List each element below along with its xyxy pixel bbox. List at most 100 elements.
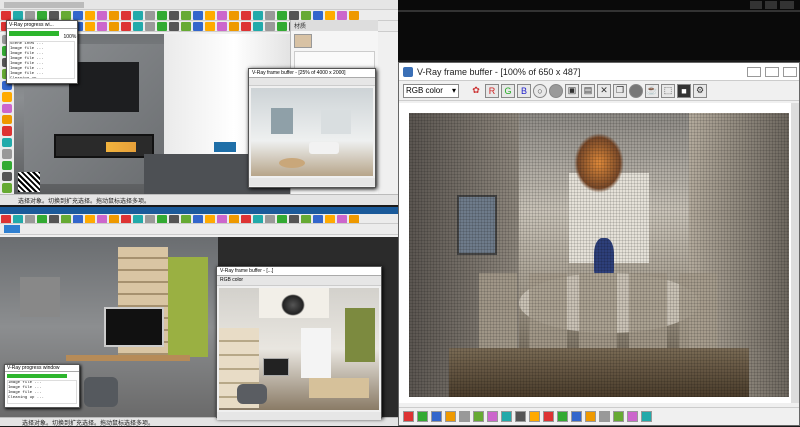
toolbar-tool-icon[interactable]: [241, 11, 251, 20]
vray-progress-window-top[interactable]: V-Ray progress wi... 100% Scene 100% ...…: [6, 20, 78, 84]
vfb-bottom-window[interactable]: V-Ray frame buffer - [...] RGB color: [216, 266, 382, 420]
toolbar-tool-icon[interactable]: [145, 215, 155, 223]
toolbar-tool-icon[interactable]: [109, 22, 119, 31]
toolbar-tool-icon[interactable]: [157, 215, 167, 223]
toolbar-tool-icon[interactable]: [289, 11, 299, 20]
toolbar-tool-icon[interactable]: [109, 11, 119, 20]
toolbar-tool-icon[interactable]: [181, 22, 191, 31]
toolbar-tool-icon[interactable]: [157, 11, 167, 20]
vfb-bottom-tool-icon[interactable]: [473, 411, 484, 422]
toolbar-tool-icon[interactable]: [133, 215, 143, 223]
duplicate-icon[interactable]: ❐: [613, 83, 627, 98]
toolbar-tool-icon[interactable]: [313, 215, 323, 223]
red-channel-button[interactable]: R: [485, 83, 499, 98]
toolbar-tool-icon[interactable]: [73, 11, 83, 20]
toolbar-tool-icon[interactable]: [1, 215, 11, 223]
toolbar-tool-icon[interactable]: [2, 126, 12, 136]
toolbar-tool-icon[interactable]: [109, 215, 119, 223]
toolbar-tool-icon[interactable]: [133, 22, 143, 31]
vfb-bottom-tool-icon[interactable]: [571, 411, 582, 422]
toolbar-tool-icon[interactable]: [241, 215, 251, 223]
toolbar-tool-icon[interactable]: [301, 215, 311, 223]
toolbar-tool-icon[interactable]: [229, 22, 239, 31]
toolbar-tool-icon[interactable]: [253, 11, 263, 20]
menu-bar[interactable]: [4, 1, 84, 8]
alpha-channel-icon[interactable]: ○: [533, 83, 547, 98]
toolbar-tool-icon[interactable]: [49, 11, 59, 20]
toolbar-tool-icon[interactable]: [121, 22, 131, 31]
material-swatch[interactable]: [294, 34, 312, 48]
toolbar-tool-icon[interactable]: [229, 215, 239, 223]
toolbar-tool-icon[interactable]: [13, 11, 23, 20]
toolbar-tool-icon[interactable]: [301, 11, 311, 20]
toolbar-tool-icon[interactable]: [265, 11, 275, 20]
vfb-bottom-tool-icon[interactable]: [501, 411, 512, 422]
toolbar-tool-icon[interactable]: [97, 22, 107, 31]
toolbar-tool-icon[interactable]: [217, 22, 227, 31]
toolbar-tool-icon[interactable]: [61, 11, 71, 20]
toolbar-tool-icon[interactable]: [217, 11, 227, 20]
toolbar-tool-icon[interactable]: [2, 92, 12, 102]
toolbar-tool-icon[interactable]: [337, 11, 347, 20]
toolbar-tool-icon[interactable]: [217, 215, 227, 223]
toolbar-tool-icon[interactable]: [97, 11, 107, 20]
toolbar-tool-icon[interactable]: [133, 11, 143, 20]
toolbar-tool-icon[interactable]: [193, 11, 203, 20]
toolbar-tool-icon[interactable]: [241, 22, 251, 31]
toolbar-tool-icon[interactable]: [145, 11, 155, 20]
toolbar-tool-icon[interactable]: [121, 11, 131, 20]
toolbar-tool-icon[interactable]: [169, 11, 179, 20]
toolbar-tool-icon[interactable]: [169, 215, 179, 223]
toolbar-tool-icon[interactable]: [253, 215, 263, 223]
toolbar-tool-icon[interactable]: [97, 215, 107, 223]
vfb-bottom-tool-icon[interactable]: [431, 411, 442, 422]
stop-render-icon[interactable]: ■: [677, 83, 691, 98]
vfb-close-icon[interactable]: [783, 66, 797, 77]
toolbar-tool-icon[interactable]: [85, 215, 95, 223]
toolbar-tool-icon[interactable]: [325, 215, 335, 223]
toolbar-tool-icon[interactable]: [277, 11, 287, 20]
toolbar-tool-icon[interactable]: [2, 149, 12, 159]
clear-icon[interactable]: ✕: [597, 83, 611, 98]
toolbar-tool-icon[interactable]: [313, 11, 323, 20]
toolbar-tool-icon[interactable]: [229, 11, 239, 20]
toolbar-tool-icon[interactable]: [2, 137, 12, 148]
toolbar-tool-icon[interactable]: [85, 22, 95, 31]
toolbar-tool-icon[interactable]: [193, 215, 203, 223]
vfb-bottom-tool-icon[interactable]: [529, 411, 540, 422]
toolbar-tool-icon[interactable]: [205, 22, 215, 31]
toolbar-tool-icon[interactable]: [289, 215, 299, 223]
toolbar-tool-icon[interactable]: [349, 11, 359, 20]
blue-channel-button[interactable]: B: [517, 83, 531, 98]
toolbar-tool-icon[interactable]: [169, 22, 179, 31]
vfb-bottom-tool-icon[interactable]: [417, 411, 428, 422]
vfb-bottom-tool-icon[interactable]: [403, 411, 414, 422]
toolbar-tool-icon[interactable]: [13, 215, 23, 223]
vfb-small-window[interactable]: V-Ray frame buffer - [25% of 4000 x 2000…: [248, 68, 376, 188]
toolbar-tool-icon[interactable]: [181, 11, 191, 20]
toolbar-tool-icon[interactable]: [2, 114, 12, 125]
toolbar-tool-icon[interactable]: [145, 22, 155, 31]
vfb-bottom-tool-icon[interactable]: [543, 411, 554, 422]
vfb-bottom-tool-icon[interactable]: [487, 411, 498, 422]
minimize-icon[interactable]: [750, 1, 762, 9]
vfb-bottom-tool-icon[interactable]: [599, 411, 610, 422]
render-region-icon[interactable]: ⬚: [661, 83, 675, 98]
vfb-small-titlebar[interactable]: V-Ray frame buffer - [25% of 4000 x 2000…: [249, 69, 375, 78]
toolbar-tool-icon[interactable]: [277, 22, 287, 31]
vray-progress-bottom-titlebar[interactable]: V-Ray progress window: [5, 365, 79, 372]
vray-progress-titlebar[interactable]: V-Ray progress wi...: [7, 21, 77, 29]
toolbar-tool-icon[interactable]: [157, 22, 167, 31]
close-icon[interactable]: [780, 1, 794, 9]
vfb-bottom-tool-icon[interactable]: [459, 411, 470, 422]
vfb-bottom-titlebar[interactable]: V-Ray frame buffer - [...]: [217, 267, 381, 276]
toolbar-tool-icon[interactable]: [253, 22, 263, 31]
toolbar-tool-icon[interactable]: [181, 215, 191, 223]
toolbar-tool-icon[interactable]: [349, 215, 359, 223]
toolbar-tool-icon[interactable]: [25, 11, 35, 20]
settings-icon[interactable]: ⚙: [693, 83, 707, 98]
vfb-bottom-tool-icon[interactable]: [613, 411, 624, 422]
vfb-bottom-tool-icon[interactable]: [557, 411, 568, 422]
blue-tool-button[interactable]: [4, 225, 20, 233]
toolbar-tool-icon[interactable]: [85, 11, 95, 20]
